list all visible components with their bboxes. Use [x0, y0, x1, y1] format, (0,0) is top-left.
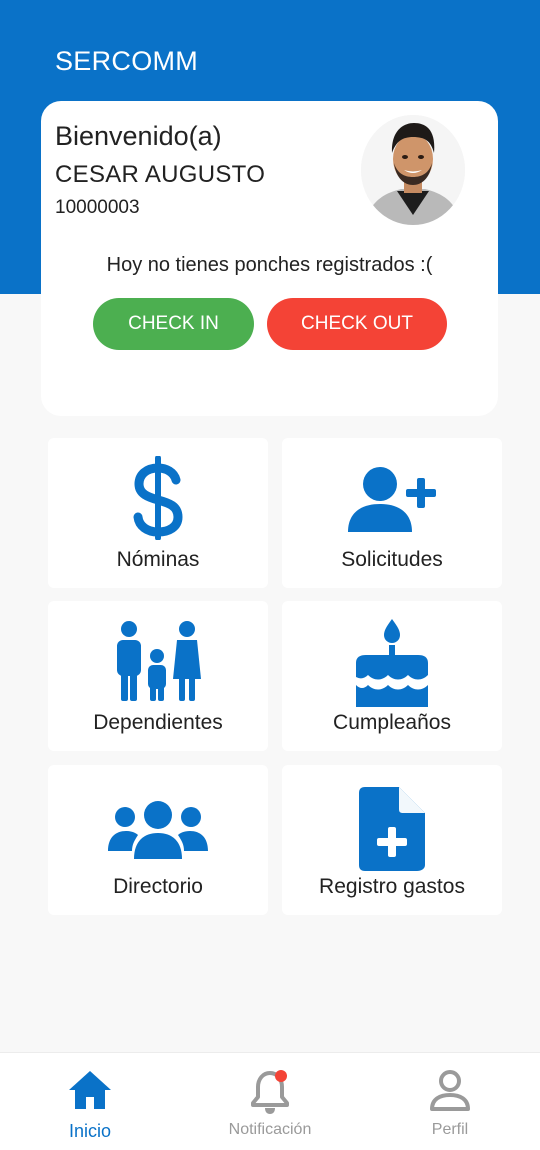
tile-label: Cumpleaños [333, 711, 451, 734]
tile-cumpleanos[interactable]: Cumpleaños [282, 601, 502, 751]
welcome-card: Bienvenido(a) CESAR AUGUSTO 10000003 Hoy… [41, 101, 498, 416]
nav-label: Perfil [431, 1121, 469, 1138]
user-name: CESAR AUGUSTO [55, 161, 266, 188]
employee-id: 10000003 [55, 197, 140, 218]
check-in-button[interactable]: CHECK IN [93, 298, 254, 350]
tile-dependientes[interactable]: Dependientes [48, 601, 268, 751]
tile-nominas[interactable]: Nóminas [48, 438, 268, 588]
users-group-icon [108, 801, 208, 859]
profile-icon [430, 1070, 470, 1111]
tile-solicitudes[interactable]: Solicitudes [282, 438, 502, 588]
birthday-cake-icon [356, 619, 428, 707]
tile-directorio[interactable]: Directorio [48, 765, 268, 915]
user-plus-icon [348, 467, 436, 532]
check-out-button[interactable]: CHECK OUT [267, 298, 447, 350]
home-icon [69, 1071, 111, 1109]
nav-inicio[interactable]: Inicio [0, 1053, 180, 1150]
dollar-icon [133, 456, 183, 540]
tile-label: Nóminas [116, 548, 200, 571]
notification-badge [275, 1070, 287, 1082]
tile-label: Directorio [113, 875, 203, 898]
tile-label: Registro gastos [319, 875, 465, 898]
family-icon [117, 621, 201, 701]
welcome-greeting: Bienvenido(a) [55, 121, 222, 151]
tile-label: Solicitudes [341, 548, 443, 571]
nav-notificacion[interactable]: Notificación [180, 1053, 360, 1150]
file-plus-icon [359, 787, 425, 871]
status-message: Hoy no tienes ponches registrados :( [106, 254, 433, 276]
tile-registro-gastos[interactable]: Registro gastos [282, 765, 502, 915]
app-title: SERCOMM [55, 46, 199, 76]
avatar [361, 115, 465, 225]
tile-label: Dependientes [93, 711, 223, 734]
nav-perfil[interactable]: Perfil [360, 1053, 540, 1150]
bottom-navigation: Inicio Notificación Perfil [0, 1052, 540, 1150]
bell-icon [251, 1070, 289, 1114]
nav-label: Notificación [228, 1121, 312, 1138]
user-photo-icon [361, 115, 465, 225]
nav-label: Inicio [68, 1121, 112, 1141]
